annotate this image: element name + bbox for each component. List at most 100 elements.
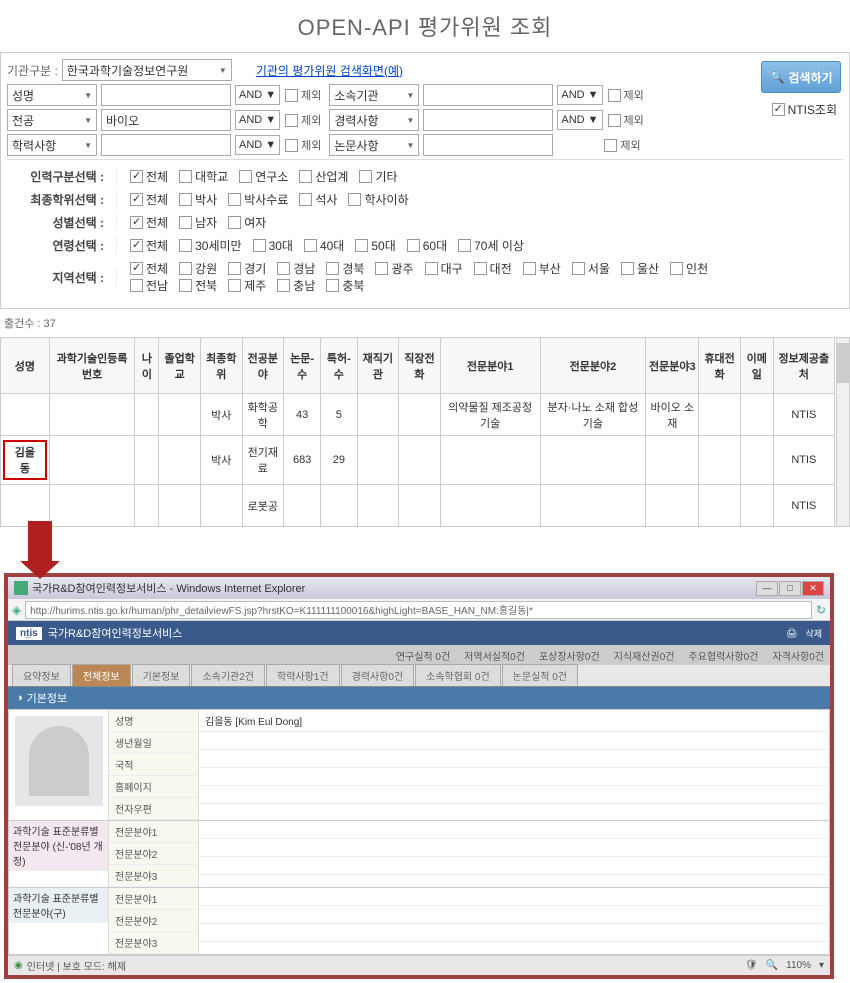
and-select-4[interactable]: AND▼ bbox=[557, 110, 602, 130]
and-select-2[interactable]: AND▼ bbox=[557, 85, 602, 105]
exclude-check-1[interactable] bbox=[285, 89, 298, 102]
checkbox[interactable] bbox=[277, 262, 290, 275]
sub-tab[interactable]: 학력사항1건 bbox=[266, 664, 340, 686]
nav-tab[interactable]: 자격사항0건 bbox=[772, 648, 824, 663]
filter-option[interactable]: 60대 bbox=[404, 237, 447, 254]
nav-tab[interactable]: 포상장사항0건 bbox=[539, 648, 600, 663]
checkbox[interactable] bbox=[228, 279, 241, 292]
checkbox[interactable] bbox=[299, 170, 312, 183]
checkbox[interactable] bbox=[572, 262, 585, 275]
filter-option[interactable]: 50대 bbox=[352, 237, 395, 254]
and-select-1[interactable]: AND▼ bbox=[235, 85, 280, 105]
table-row[interactable]: 김을동박사전기재료68329NTIS bbox=[1, 436, 835, 485]
major-select[interactable]: 전공▼ bbox=[7, 109, 97, 131]
affil-select[interactable]: 소속기관▼ bbox=[329, 84, 419, 106]
refresh-icon[interactable]: ↻ bbox=[816, 603, 826, 617]
nav-tab[interactable]: 연구실적 0건 bbox=[396, 648, 450, 663]
print-icon[interactable]: 🖨 bbox=[786, 628, 797, 639]
exclude-check-5[interactable] bbox=[285, 139, 298, 152]
search-button[interactable]: 🔍 검색하기 bbox=[761, 61, 841, 93]
filter-option[interactable]: 강원 bbox=[176, 260, 217, 277]
checkbox[interactable] bbox=[130, 279, 143, 292]
checkbox[interactable] bbox=[407, 239, 420, 252]
career-select[interactable]: 경력사항▼ bbox=[329, 109, 419, 131]
checkbox[interactable] bbox=[355, 239, 368, 252]
checkbox[interactable] bbox=[670, 262, 683, 275]
filter-option[interactable]: 충북 bbox=[323, 277, 364, 294]
table-row[interactable]: 로봇공NTIS bbox=[1, 485, 835, 527]
scroll-thumb[interactable] bbox=[837, 343, 849, 383]
filter-option[interactable]: 전체 bbox=[127, 191, 168, 208]
checkbox[interactable] bbox=[179, 193, 192, 206]
checkbox[interactable] bbox=[130, 193, 143, 206]
table-row[interactable]: 박사화학공학435의약물질 제조공정 기술분자·나노 소재 합성 기술바이오 소… bbox=[1, 394, 835, 436]
checkbox[interactable] bbox=[130, 216, 143, 229]
minimize-button[interactable]: — bbox=[756, 581, 778, 596]
filter-option[interactable]: 석사 bbox=[296, 191, 337, 208]
checkbox[interactable] bbox=[474, 262, 487, 275]
exclude-check-3[interactable] bbox=[285, 114, 298, 127]
ntis-checkbox[interactable] bbox=[772, 103, 785, 116]
checkbox[interactable] bbox=[425, 262, 438, 275]
filter-option[interactable]: 대전 bbox=[471, 260, 512, 277]
checkbox[interactable] bbox=[299, 193, 312, 206]
checkbox[interactable] bbox=[523, 262, 536, 275]
filter-option[interactable]: 울산 bbox=[618, 260, 659, 277]
checkbox[interactable] bbox=[179, 239, 192, 252]
sub-tab[interactable]: 전체정보 bbox=[72, 664, 131, 686]
highlighted-name[interactable]: 김을동 bbox=[3, 440, 47, 480]
filter-option[interactable]: 광주 bbox=[372, 260, 413, 277]
filter-option[interactable]: 산업계 bbox=[296, 168, 348, 185]
filter-option[interactable]: 경남 bbox=[274, 260, 315, 277]
filter-option[interactable]: 70세 이상 bbox=[455, 237, 524, 254]
filter-option[interactable]: 30세미만 bbox=[176, 237, 241, 254]
checkbox[interactable] bbox=[228, 216, 241, 229]
close-button[interactable]: ✕ bbox=[802, 581, 824, 596]
checkbox[interactable] bbox=[179, 216, 192, 229]
checkbox[interactable] bbox=[326, 279, 339, 292]
filter-option[interactable]: 박사수료 bbox=[225, 191, 288, 208]
checkbox[interactable] bbox=[359, 170, 372, 183]
filter-option[interactable]: 제주 bbox=[225, 277, 266, 294]
del-icon[interactable]: 삭제 bbox=[805, 627, 822, 640]
and-select-5[interactable]: AND▼ bbox=[235, 135, 280, 155]
filter-option[interactable]: 경기 bbox=[225, 260, 266, 277]
filter-option[interactable]: 부산 bbox=[520, 260, 561, 277]
filter-option[interactable]: 전체 bbox=[127, 260, 168, 277]
checkbox[interactable] bbox=[179, 170, 192, 183]
sub-tab[interactable]: 경력사항0건 bbox=[341, 664, 415, 686]
edu-select[interactable]: 학력사항▼ bbox=[7, 134, 97, 156]
filter-option[interactable]: 30대 bbox=[250, 237, 293, 254]
org-select[interactable]: 한국과학기술정보연구원▼ bbox=[62, 59, 232, 81]
filter-option[interactable]: 전북 bbox=[176, 277, 217, 294]
sub-tab[interactable]: 기본정보 bbox=[132, 664, 191, 686]
filter-option[interactable]: 40대 bbox=[301, 237, 344, 254]
filter-option[interactable]: 대구 bbox=[422, 260, 463, 277]
filter-option[interactable]: 인천 bbox=[667, 260, 708, 277]
filter-option[interactable]: 대학교 bbox=[176, 168, 228, 185]
scrollbar[interactable] bbox=[836, 337, 850, 527]
checkbox[interactable] bbox=[458, 239, 471, 252]
checkbox[interactable] bbox=[326, 262, 339, 275]
example-link[interactable]: 기관의 평가위원 검색화면(예) bbox=[256, 62, 403, 79]
zoom-icon[interactable]: 🔍 bbox=[766, 960, 778, 971]
and-select-3[interactable]: AND▼ bbox=[235, 110, 280, 130]
filter-option[interactable]: 충남 bbox=[274, 277, 315, 294]
career-input[interactable] bbox=[423, 109, 553, 131]
filter-option[interactable]: 전남 bbox=[127, 277, 168, 294]
nav-tab[interactable]: 지식재산권0건 bbox=[614, 648, 675, 663]
filter-option[interactable]: 박사 bbox=[176, 191, 217, 208]
filter-option[interactable]: 남자 bbox=[176, 214, 217, 231]
checkbox[interactable] bbox=[348, 193, 361, 206]
paper-input[interactable] bbox=[423, 134, 553, 156]
edu-input[interactable] bbox=[101, 134, 231, 156]
checkbox[interactable] bbox=[130, 170, 143, 183]
checkbox[interactable] bbox=[179, 279, 192, 292]
checkbox[interactable] bbox=[130, 239, 143, 252]
url-input[interactable]: http://hurims.ntis.go.kr/human/phr_detai… bbox=[25, 601, 812, 619]
filter-option[interactable]: 경북 bbox=[323, 260, 364, 277]
nav-tab[interactable]: 주요협력사항0건 bbox=[688, 648, 758, 663]
affil-input[interactable] bbox=[423, 84, 553, 106]
name-input[interactable] bbox=[101, 84, 231, 106]
filter-option[interactable]: 서울 bbox=[569, 260, 610, 277]
